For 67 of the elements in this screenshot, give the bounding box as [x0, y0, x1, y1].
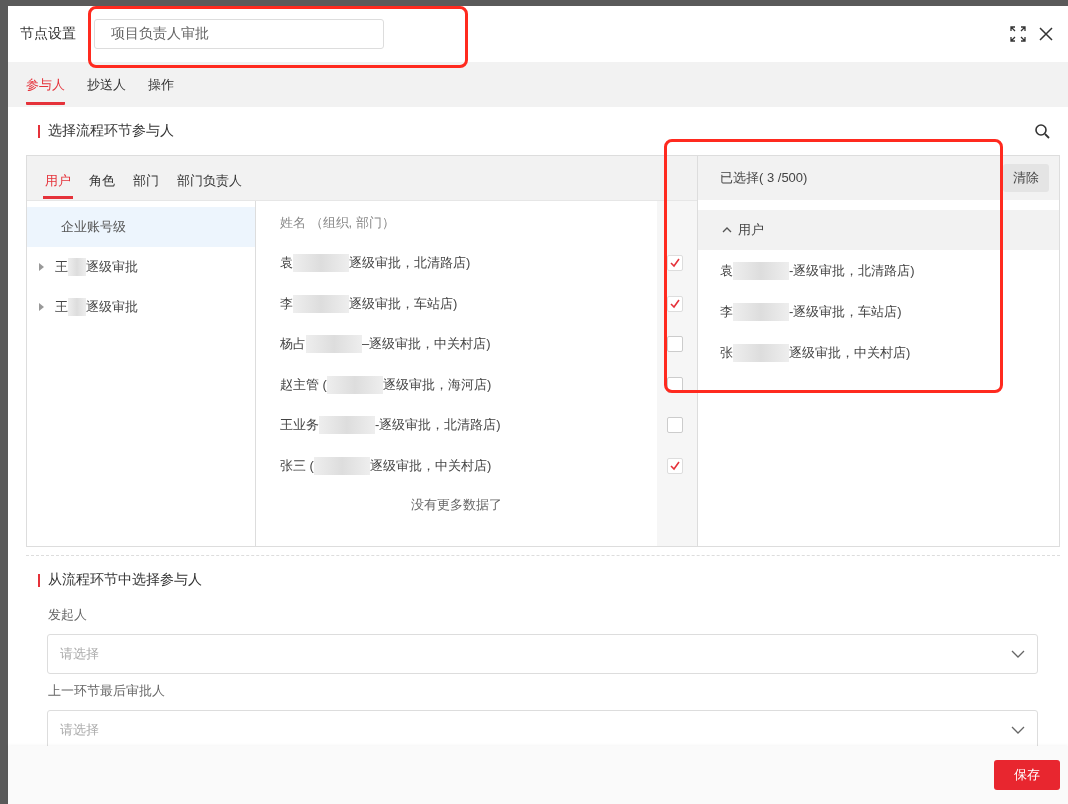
user-name: 李: [280, 294, 293, 313]
field-label: 上一环节最后审批人: [48, 682, 166, 700]
chevron-down-icon: [1011, 726, 1025, 734]
group-label: 用户: [738, 221, 764, 239]
selected-user: -逐级审批，北清路店): [789, 261, 915, 280]
redaction-mark: [68, 258, 86, 276]
tree-item-text: 王: [55, 298, 68, 316]
redaction-mark: [313, 456, 370, 475]
tab[interactable]: 用户: [43, 163, 73, 199]
chevron-down-icon: [1011, 650, 1025, 658]
redaction-mark: [733, 302, 789, 321]
tree-item-text: 逐级审批: [86, 258, 138, 276]
redaction-mark: [733, 343, 789, 362]
end-of-list-note: 没有更多数据了: [410, 496, 503, 514]
user-name: 王业务: [280, 416, 319, 435]
tab[interactable]: 抄送人: [87, 68, 126, 105]
selected-count: 已选择( 3 /500): [720, 169, 808, 187]
caret-right-icon[interactable]: [37, 263, 45, 271]
section-title: 选择流程环节参与人: [48, 122, 174, 140]
dialog-title: 节点设置: [20, 25, 76, 43]
tab[interactable]: 角色: [87, 163, 117, 199]
user-name: 逐级审批，车站店): [349, 294, 458, 313]
user-name: 逐级审批，中关村店): [369, 456, 492, 475]
tab[interactable]: 部门: [131, 163, 161, 199]
redaction-mark: [733, 261, 789, 280]
clear-button[interactable]: 清除: [1003, 164, 1049, 192]
checkbox[interactable]: [667, 457, 683, 474]
tab[interactable]: 参与人: [26, 68, 65, 105]
section-title: 从流程环节中选择参与人: [48, 571, 202, 589]
tab[interactable]: 操作: [148, 68, 174, 105]
redaction-mark: [319, 416, 375, 435]
selected-user: 逐级审批，中关村店): [789, 343, 911, 362]
redaction-mark: [306, 335, 362, 354]
user-name: -逐级审批，北清路店): [375, 416, 501, 435]
checkbox[interactable]: [667, 417, 683, 434]
field-label: 发起人: [48, 606, 88, 624]
node-name-field[interactable]: 项目负责人审批: [94, 19, 384, 49]
caret-right-icon[interactable]: [37, 303, 45, 311]
save-button[interactable]: 保存: [994, 760, 1060, 790]
user-name: 袁: [280, 254, 293, 273]
group-header[interactable]: 用户: [698, 210, 1059, 250]
checkbox[interactable]: [667, 295, 683, 312]
checkbox[interactable]: [667, 255, 683, 272]
selected-user: 袁: [720, 261, 733, 280]
user-name: 逐级审批，北清路店): [349, 254, 471, 273]
selected-user: -逐级审批，车站店): [789, 302, 902, 321]
tree-item-text: 逐级审批: [86, 298, 138, 316]
search-icon[interactable]: [1034, 123, 1050, 139]
close-icon[interactable]: [1038, 26, 1054, 42]
user-name: 张三 (: [280, 456, 314, 475]
fullscreen-icon[interactable]: [1010, 26, 1026, 42]
user-name: 杨占: [280, 335, 306, 354]
tree-item-text: 王: [55, 258, 68, 276]
selected-user: 张: [720, 343, 733, 362]
redaction-mark: [326, 375, 383, 394]
tree-item[interactable]: 企业账号级: [27, 207, 255, 247]
column-header: 姓名 （组织, 部门）: [279, 214, 396, 232]
redaction-mark: [293, 294, 349, 313]
checkbox[interactable]: [667, 336, 683, 353]
user-name: 逐级审批，海河店): [382, 375, 492, 394]
redaction-mark: [68, 298, 86, 316]
user-name: 赵主管 (: [280, 375, 327, 394]
tab[interactable]: 部门负责人: [175, 163, 244, 199]
selected-user: 李: [720, 302, 733, 321]
user-name: –逐级审批，中关村店): [362, 335, 491, 354]
redaction-mark: [293, 254, 349, 273]
caret-up-icon[interactable]: [722, 225, 732, 235]
